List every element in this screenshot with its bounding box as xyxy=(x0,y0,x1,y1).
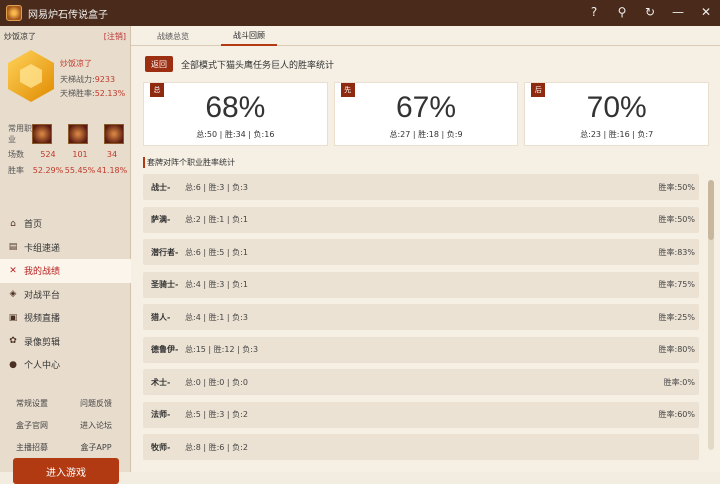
profile-card: 炒饭凉了 天梯战力:9233 天梯胜率:52.13% xyxy=(0,46,130,116)
win-counts: 总:23 | 胜:16 | 负:7 xyxy=(580,130,654,139)
minimize-icon[interactable]: — xyxy=(670,4,686,20)
winrate-label: 胜率 xyxy=(8,165,24,175)
list-item[interactable]: 圣骑士- 总:4 | 胜:3 | 负:1 胜率:75% xyxy=(143,271,699,298)
list-item[interactable]: 法师- 总:5 | 胜:3 | 负:2 胜率:60% xyxy=(143,401,699,428)
list-item[interactable]: 德鲁伊- 总:15 | 胜:12 | 负:3 胜率:80% xyxy=(143,336,699,363)
deck-subtitle: 全部模式下猫头鹰任务巨人的胜率统计 xyxy=(181,60,335,71)
summary-card-total: 总 68% 总:50 | 胜:34 | 负:16 xyxy=(143,82,328,146)
profile-name: 炒饭凉了 xyxy=(60,59,92,68)
warrior-class-icon xyxy=(32,124,52,144)
class-winrate-list: 战士- 总:6 | 胜:3 | 负:3 胜率:50% 萨满- 总:2 | 胜:1 | … xyxy=(143,174,699,472)
close-icon[interactable]: ✕ xyxy=(698,4,714,20)
tab-battle-review[interactable]: 战斗回顾 xyxy=(221,26,277,46)
footer-links: 常规设置 问题反馈 盒子官网 进入论坛 主播招募 盒子APP xyxy=(0,392,131,458)
nav-deck-express[interactable]: ▤ 卡组速递 xyxy=(0,236,131,260)
list-item[interactable]: 牧师- 总:8 | 胜:6 | 负:2 xyxy=(143,434,699,460)
winrate-value: 52.29% xyxy=(32,165,64,175)
games-value: 524 xyxy=(40,149,56,159)
app-link[interactable]: 盒子APP xyxy=(64,442,128,453)
nav-battle-platform[interactable]: ◈ 对战平台 xyxy=(0,283,131,307)
person-icon: ● xyxy=(9,359,17,370)
home-icon: ⌂ xyxy=(10,218,16,229)
shield-icon: ◈ xyxy=(9,289,17,300)
title-bar: 网易炉石传说盒子 ? ⚲ ↻ — ✕ xyxy=(0,0,720,26)
summary-cards: 总 68% 总:50 | 胜:34 | 负:16 先 67% 总:27 | 胜:… xyxy=(143,82,710,146)
ladder-power: 天梯战力:9233 xyxy=(60,75,116,84)
games-value: 101 xyxy=(72,149,88,159)
nav-replay-edit[interactable]: ✿ 录像剪辑 xyxy=(0,330,131,354)
cards-icon: ▤ xyxy=(8,242,18,253)
list-scrollbar[interactable] xyxy=(708,180,714,450)
shirt-icon[interactable]: ⚲ xyxy=(614,4,630,20)
summary-card-second: 后 70% 总:23 | 胜:16 | 负:7 xyxy=(524,82,710,146)
app-logo-icon xyxy=(6,5,22,21)
list-item[interactable]: 萨满- 总:2 | 胜:1 | 负:1 胜率:50% xyxy=(143,206,699,233)
games-label: 场数 xyxy=(8,149,24,159)
priest-class-icon xyxy=(104,124,124,144)
winrate-value: 41.18% xyxy=(96,165,128,175)
druid-class-icon xyxy=(68,124,88,144)
nav-personal-center[interactable]: ● 个人中心 xyxy=(0,353,131,377)
streamer-recruit-link[interactable]: 主播招募 xyxy=(0,442,64,453)
tab-overview[interactable]: 战绩总览 xyxy=(145,26,201,46)
settings-link[interactable]: 常规设置 xyxy=(0,398,64,409)
tab-bar: 战绩总览 战斗回顾 xyxy=(131,26,720,46)
refresh-icon[interactable]: ↻ xyxy=(642,4,658,20)
list-item[interactable]: 术士- 总:0 | 胜:0 | 负:0 胜率:0% xyxy=(143,369,699,395)
section-title: 套牌对阵个职业胜率统计 xyxy=(143,157,235,168)
nav-home[interactable]: ⌂ 首页 xyxy=(0,212,131,236)
games-value: 34 xyxy=(106,149,118,159)
avatar[interactable] xyxy=(8,50,54,102)
win-percent: 70% xyxy=(586,91,647,124)
website-link[interactable]: 盒子官网 xyxy=(0,420,64,431)
feedback-link[interactable]: 问题反馈 xyxy=(64,398,128,409)
nav-my-record[interactable]: ✕ 我的战绩 xyxy=(0,259,131,283)
film-icon: ✿ xyxy=(9,336,17,347)
win-counts: 总:50 | 胜:34 | 负:16 xyxy=(196,130,275,139)
list-item[interactable]: 猎人- 总:4 | 胜:1 | 负:3 胜率:25% xyxy=(143,304,699,330)
help-icon[interactable]: ? xyxy=(586,4,602,20)
list-item[interactable]: 战士- 总:6 | 胜:3 | 负:3 胜率:50% xyxy=(143,174,699,200)
logout-link[interactable]: [注销] xyxy=(104,31,126,42)
side-nav: ⌂ 首页 ▤ 卡组速递 ✕ 我的战绩 ◈ 对战平台 ▣ 视频直播 ✿ 录像剪辑 ● 个人中心 xyxy=(0,212,131,377)
username: 炒饭凉了 xyxy=(4,31,36,41)
win-percent: 68% xyxy=(205,91,266,124)
forum-link[interactable]: 进入论坛 xyxy=(64,420,128,431)
class-stats: 常用职业 场数 524 101 34 胜率 52.29% 55.45% 41.1… xyxy=(8,122,128,178)
nav-video-live[interactable]: ▣ 视频直播 xyxy=(0,306,131,330)
win-counts: 总:27 | 胜:18 | 负:9 xyxy=(389,130,463,139)
sidebar: 炒饭凉了 [注销] 炒饭凉了 天梯战力:9233 天梯胜率:52.13% 常用职… xyxy=(0,26,131,484)
window-title: 网易炉石传说盒子 xyxy=(28,9,108,21)
enter-game-button[interactable]: 进入游戏 xyxy=(13,458,119,484)
back-button[interactable]: 返回 xyxy=(145,56,173,72)
winrate-value: 55.45% xyxy=(64,165,96,175)
main-panel: 战绩总览 战斗回顾 返回 全部模式下猫头鹰任务巨人的胜率统计 总 68% 总:5… xyxy=(131,26,720,472)
swords-icon: ✕ xyxy=(9,265,17,276)
list-item[interactable]: 潜行者- 总:6 | 胜:5 | 负:1 胜率:83% xyxy=(143,239,699,265)
summary-card-first: 先 67% 总:27 | 胜:18 | 负:9 xyxy=(333,82,519,146)
common-class-label: 常用职业 xyxy=(8,124,32,144)
scrollbar-thumb[interactable] xyxy=(708,180,714,240)
ladder-winrate: 天梯胜率:52.13% xyxy=(60,89,126,98)
video-icon: ▣ xyxy=(8,312,18,323)
win-percent: 67% xyxy=(395,91,457,124)
